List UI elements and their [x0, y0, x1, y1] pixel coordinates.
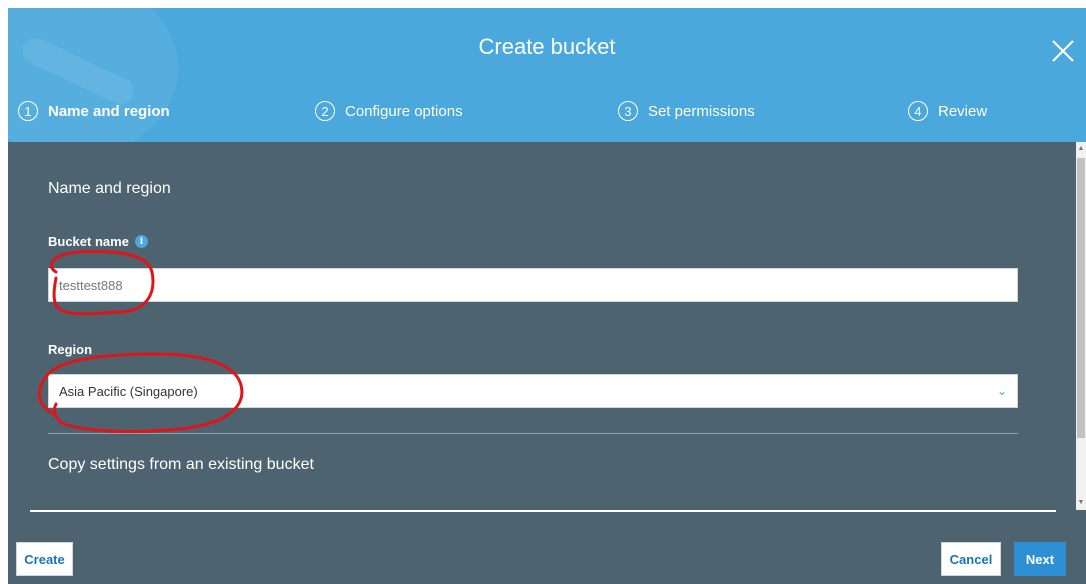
step-set-permissions[interactable]: 3 Set permissions	[618, 94, 755, 128]
copy-settings-title: Copy settings from an existing bucket	[48, 456, 314, 473]
cancel-button[interactable]: Cancel	[941, 542, 1001, 576]
create-bucket-dialog: Create bucket 1 Name and region 2 Config…	[8, 8, 1086, 584]
scrollbar[interactable]: ▲ ▼	[1076, 142, 1086, 510]
info-icon[interactable]: i	[134, 235, 148, 248]
step-number: 1	[18, 101, 38, 121]
bucket-name-value: testtest888	[59, 277, 123, 293]
region-select[interactable]: Asia Pacific (Singapore) ⌄	[48, 374, 1018, 408]
step-label: Name and region	[48, 102, 170, 120]
create-button[interactable]: Create	[16, 542, 73, 576]
scroll-down-arrow-icon[interactable]: ▼	[1076, 496, 1086, 510]
close-button[interactable]	[1048, 36, 1078, 66]
dialog-content: Name and region Bucket name i testtest88…	[8, 142, 1076, 510]
bucket-name-label: Bucket name i	[48, 234, 148, 249]
scroll-up-arrow-icon[interactable]: ▲	[1076, 142, 1086, 156]
bucket-name-label-text: Bucket name	[48, 234, 129, 249]
region-value: Asia Pacific (Singapore)	[59, 383, 198, 399]
step-number: 3	[618, 101, 638, 121]
step-number: 2	[315, 101, 335, 121]
close-icon	[1052, 40, 1074, 62]
section-title: Name and region	[48, 180, 171, 197]
step-name-and-region[interactable]: 1 Name and region	[18, 94, 170, 128]
step-configure-options[interactable]: 2 Configure options	[315, 94, 463, 128]
dialog-footer: Create Cancel Next	[8, 510, 1086, 584]
footer-divider	[30, 510, 1056, 512]
region-label-text: Region	[48, 342, 93, 357]
scroll-thumb[interactable]	[1077, 158, 1085, 438]
wizard-steps: 1 Name and region 2 Configure options 3 …	[8, 94, 1086, 128]
region-label: Region	[48, 342, 92, 357]
step-label: Review	[938, 102, 988, 120]
step-label: Set permissions	[648, 102, 755, 120]
bucket-name-input[interactable]: testtest888	[48, 268, 1018, 302]
dialog-header: Create bucket 1 Name and region 2 Config…	[8, 8, 1086, 142]
page-margin	[0, 0, 8, 584]
next-button[interactable]: Next	[1014, 542, 1066, 576]
step-number: 4	[908, 101, 928, 121]
step-review[interactable]: 4 Review	[908, 94, 987, 128]
chevron-down-icon: ⌄	[996, 384, 1007, 398]
divider	[48, 433, 1018, 434]
step-label: Configure options	[345, 102, 463, 120]
dialog-title: Create bucket	[478, 34, 616, 59]
